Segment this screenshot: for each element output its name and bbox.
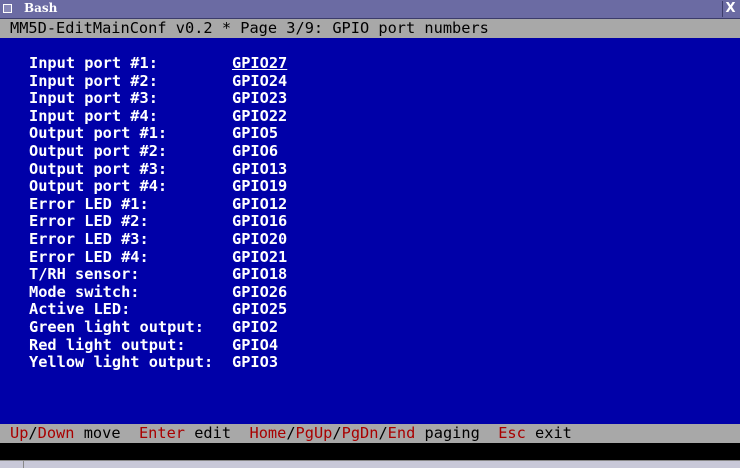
key-hint-text: /: [28, 424, 38, 442]
key-hint-text: paging: [415, 424, 499, 442]
key-hint: End: [387, 424, 416, 442]
field-row[interactable]: Error LED #2: GPIO16: [0, 213, 740, 231]
field-value[interactable]: GPIO3: [232, 353, 278, 372]
key-help-bar: Up/Down move Enter edit Home/PgUp/PgDn/E…: [0, 424, 740, 443]
field-value[interactable]: GPIO13: [232, 160, 287, 179]
field-label: Input port #1:: [29, 54, 158, 72]
field-value[interactable]: GPIO21: [232, 248, 287, 267]
key-hint: Home: [249, 424, 287, 442]
field-row[interactable]: Input port #4: GPIO22: [0, 106, 740, 126]
field-label: Red light output:: [29, 335, 186, 354]
field-row[interactable]: Error LED #3: GPIO20: [0, 229, 740, 249]
window-title: Bash: [24, 1, 58, 15]
field-label: Active LED:: [29, 300, 131, 319]
key-hint: Up: [10, 424, 29, 442]
field-label: Output port #1:: [29, 124, 168, 143]
field-value[interactable]: GPIO5: [232, 125, 278, 143]
field-row[interactable]: Green light output: GPIO2: [0, 317, 740, 337]
field-value[interactable]: GPIO6: [232, 142, 278, 161]
field-row[interactable]: Input port #1: GPIO27: [0, 54, 740, 73]
field-row[interactable]: Input port #3: GPIO23: [0, 90, 740, 108]
field-value[interactable]: GPIO26: [232, 283, 287, 302]
field-value-selected[interactable]: GPIO27: [232, 54, 287, 73]
field-value[interactable]: GPIO23: [232, 90, 287, 108]
key-hint-text: move: [74, 424, 139, 442]
field-value[interactable]: GPIO20: [232, 230, 287, 249]
field-row[interactable]: Error LED #4: GPIO21: [0, 247, 740, 267]
field-row[interactable]: Error LED #1: GPIO12: [0, 194, 740, 214]
field-label: Error LED #4:: [29, 247, 149, 266]
window-menu-icon[interactable]: [3, 4, 12, 13]
field-value[interactable]: GPIO18: [232, 266, 287, 284]
field-label: Input port #3:: [29, 89, 158, 108]
field-label: Error LED #1:: [29, 194, 149, 213]
field-value[interactable]: GPIO22: [232, 107, 287, 126]
key-hint-text: exit: [525, 424, 572, 442]
field-label: Input port #4:: [29, 106, 158, 125]
field-label: Yellow light output:: [29, 353, 214, 372]
field-label: Error LED #3:: [29, 229, 149, 248]
field-value[interactable]: GPIO16: [232, 213, 287, 231]
field-value[interactable]: GPIO4: [232, 336, 278, 355]
field-value[interactable]: GPIO24: [232, 72, 287, 91]
key-hint-text: /: [332, 424, 342, 442]
field-label: Input port #2:: [29, 71, 158, 90]
field-row[interactable]: Output port #4: GPIO19: [0, 178, 740, 196]
key-hint: Down: [37, 424, 75, 442]
field-row[interactable]: Input port #2: GPIO24: [0, 71, 740, 91]
field-list: Input port #1: GPIO27 Input port #2: GPIO24…: [0, 54, 740, 372]
field-label: T/RH sensor:: [29, 265, 140, 284]
field-value[interactable]: GPIO12: [232, 195, 287, 214]
key-hint-text: /: [378, 424, 388, 442]
close-button[interactable]: X: [722, 1, 738, 17]
field-row[interactable]: Red light output: GPIO4: [0, 335, 740, 355]
field-label: Green light output:: [29, 317, 204, 336]
field-row[interactable]: Output port #2: GPIO6: [0, 141, 740, 161]
key-hint: Esc: [498, 424, 526, 442]
window-titlebar: Bash X: [0, 0, 740, 19]
page-title: MM5D-EditMainConf v0.2 * Page 3/9: GPIO …: [0, 19, 740, 38]
key-hint-text: edit: [185, 424, 250, 442]
field-row[interactable]: Active LED: GPIO25: [0, 301, 740, 319]
field-value[interactable]: GPIO19: [232, 178, 287, 196]
key-hint-text: /: [286, 424, 296, 442]
field-label: Mode switch:: [29, 282, 140, 301]
key-hint: PgDn: [341, 424, 379, 442]
field-row[interactable]: Mode switch: GPIO26: [0, 282, 740, 302]
field-value[interactable]: GPIO25: [232, 301, 287, 319]
field-row[interactable]: Output port #3: GPIO13: [0, 159, 740, 179]
key-hint: PgUp: [295, 424, 333, 442]
field-row[interactable]: T/RH sensor: GPIO18: [0, 266, 740, 284]
terminal-body: Input port #1: GPIO27 Input port #2: GPIO24…: [0, 38, 740, 424]
key-hint: Enter: [138, 424, 186, 442]
field-row[interactable]: Yellow light output: GPIO3: [0, 353, 740, 372]
field-value[interactable]: GPIO2: [232, 318, 278, 337]
field-label: Output port #2:: [29, 141, 168, 160]
terminal-blank-line: [0, 443, 740, 460]
field-label: Output port #4:: [29, 177, 168, 196]
field-label: Error LED #2:: [29, 212, 149, 231]
field-label: Output port #3:: [29, 159, 168, 178]
field-row[interactable]: Output port #1: GPIO5: [0, 125, 740, 143]
